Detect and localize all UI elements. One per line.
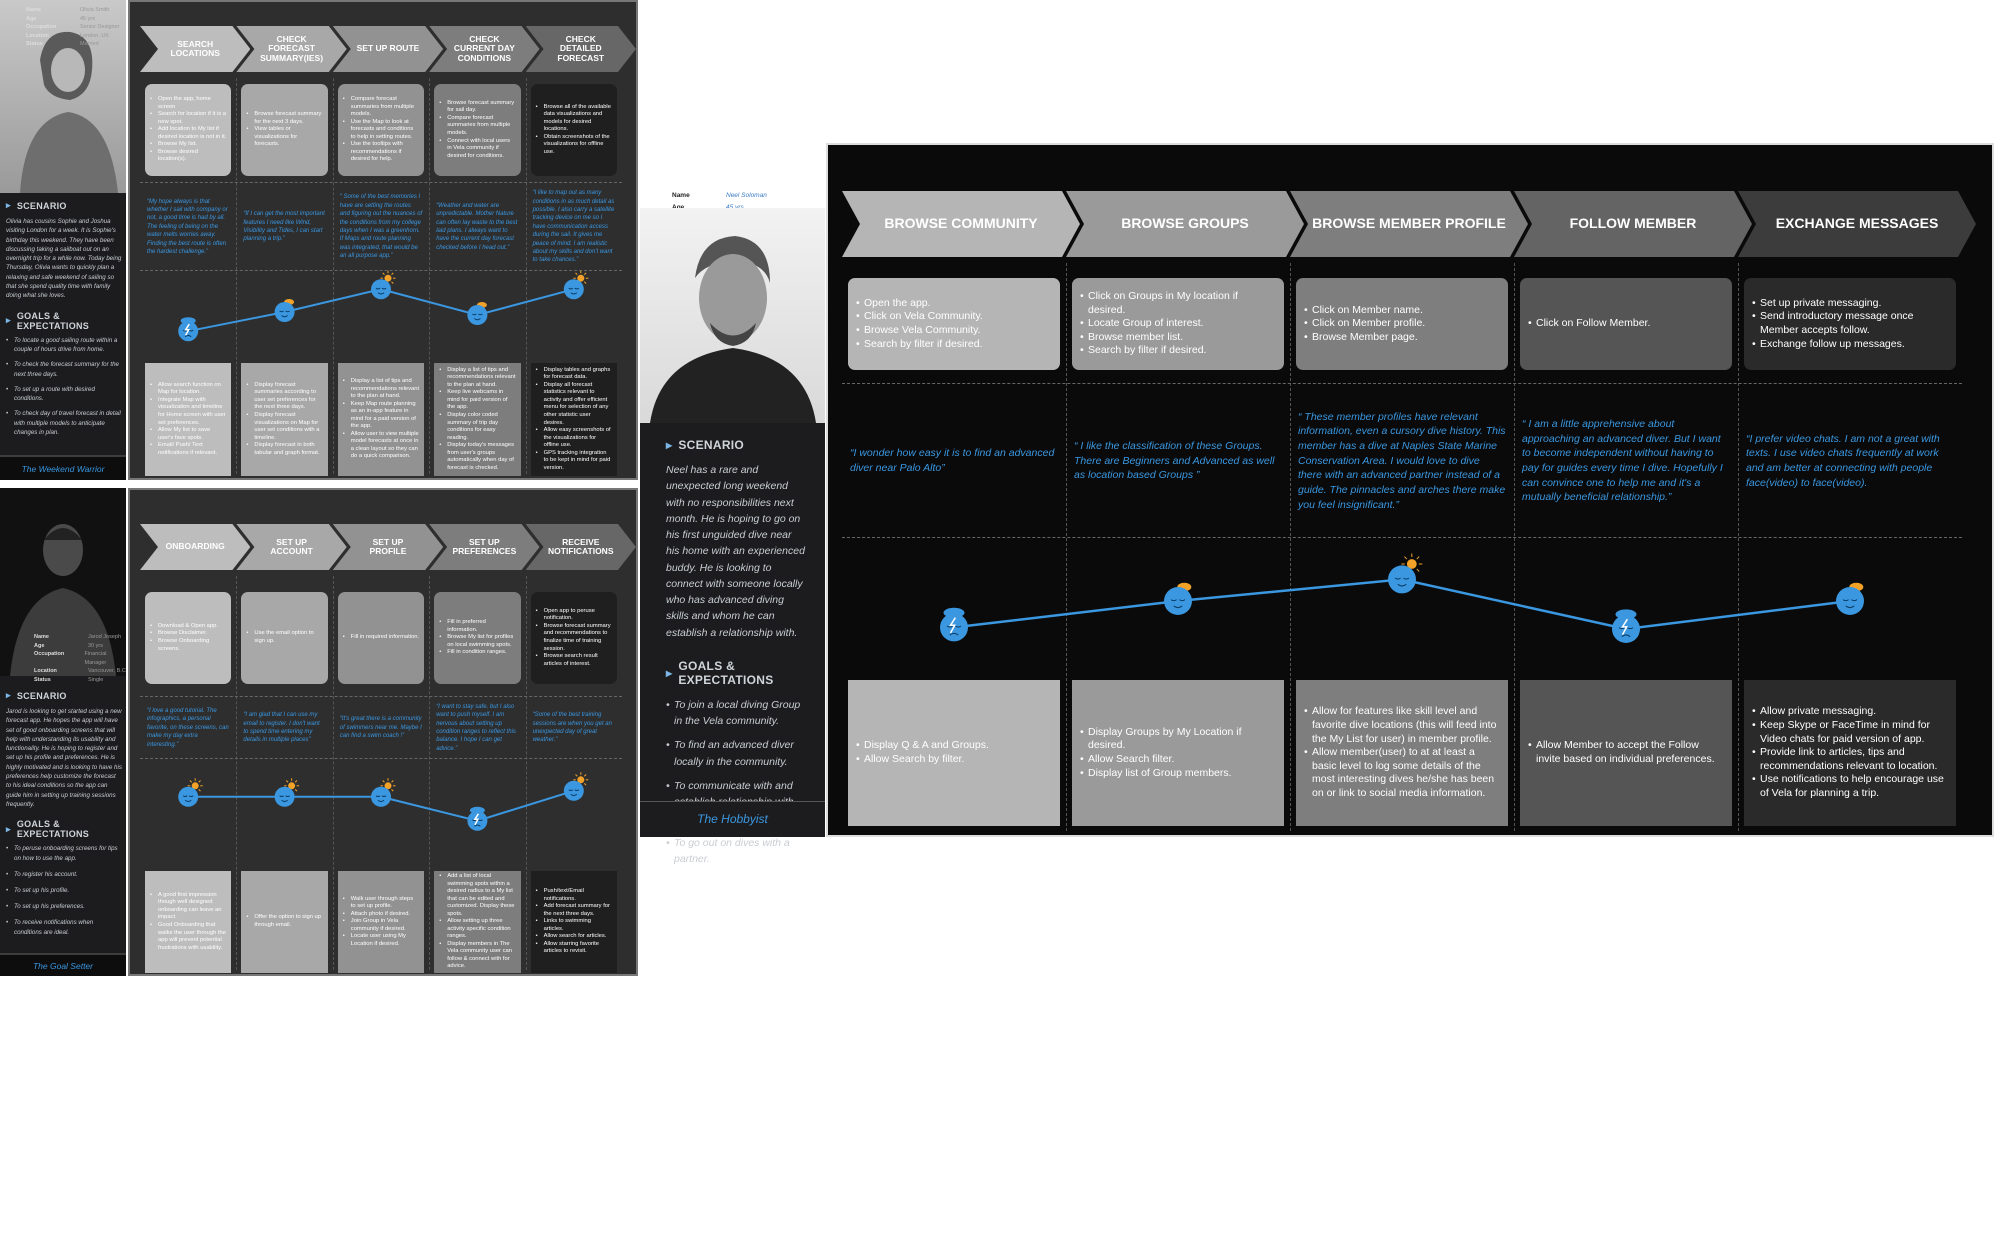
emotion-face	[940, 607, 968, 642]
stage-label: BROWSE GROUPS	[1121, 215, 1249, 232]
meta-value: Olivia Smith	[80, 7, 110, 13]
goals-heading: ▸ GOALS & EXPECTATIONS	[6, 819, 90, 840]
journey-map-olivia: SEARCH LOCATIONS CHECK FORECAST SUMMARY(I…	[128, 0, 638, 480]
persona-panel-neel: NameNeel SolomanAge45 yrsOccupationCo-fo…	[640, 143, 825, 865]
goal-item: To join a local diving Group in the Vela…	[666, 697, 806, 730]
stage-4: FOLLOW MEMBER	[1514, 191, 1752, 257]
goal-item: To go out on dives with a partner.	[666, 835, 806, 868]
meta-key: Status	[26, 41, 43, 48]
meta-row: Age 30 yrs	[34, 642, 126, 651]
meta-row: Location London, UK	[26, 32, 119, 41]
goals-list: To join a local diving Group in the Vela…	[666, 697, 806, 867]
scenario-heading: ▸ SCENARIO	[6, 200, 67, 211]
emotion-face	[178, 778, 203, 807]
scenario-text: Jarod is looking to get started using a …	[6, 708, 122, 808]
stage-1: BROWSE COMMUNITY	[842, 191, 1080, 257]
goal-item: To check the forecast summary for the ne…	[6, 360, 122, 379]
stage-2: BROWSE GROUPS	[1066, 191, 1304, 257]
meta-key: Name	[34, 634, 49, 640]
meta-value: 45 yrs	[80, 15, 95, 22]
meta-key: Location	[26, 32, 49, 39]
meta-row: Status Married	[26, 40, 119, 49]
meta-value: Senior Designer	[80, 24, 120, 31]
meta-row: Age 45 yrs	[26, 15, 119, 24]
meta-value: Financial Manager	[84, 651, 107, 666]
meta-key: Name	[26, 7, 41, 13]
goals-list: To peruse onboarding screens for tips on…	[6, 844, 122, 937]
emotion-curve	[178, 270, 589, 342]
meta-key: Name	[672, 192, 690, 199]
scenario-text: Olivia has cousins Sophie and Joshua vis…	[6, 218, 122, 300]
emotion-face	[467, 806, 488, 831]
meta-value: London, UK	[80, 32, 110, 39]
goal-item: To peruse onboarding screens for tips on…	[6, 844, 122, 864]
goal-item: To receive notifications when conditions…	[6, 918, 122, 938]
persona-meta: Name Olivia Smith Age 45 yrs Occupation Senio…	[26, 6, 119, 49]
meta-key: Status	[34, 676, 51, 683]
goals-heading: ▸ GOALS & EXPECTATIONS	[6, 310, 90, 331]
stage-label: EXCHANGE MESSAGES	[1775, 215, 1939, 232]
meta-row: Occupation Financial Manager	[34, 650, 126, 667]
meta-key: Age	[26, 15, 37, 22]
meta-key: Location	[34, 668, 57, 675]
persona-panel-olivia: Name Olivia Smith Age 45 yrs Occupation Senio…	[0, 0, 126, 480]
emotion-face	[274, 299, 295, 322]
scenario-heading: ▸ SCENARIO	[6, 690, 67, 701]
scenario-heading: ▸ SCENARIO	[666, 438, 745, 452]
emotion-face	[178, 317, 199, 342]
goals-list: To locate a good sailing route within a …	[6, 336, 122, 438]
stage-3: BROWSE MEMBER PROFILE	[1290, 191, 1528, 257]
meta-value: Neel Soloman	[726, 192, 767, 199]
persona-type-label: The Hobbyist	[640, 801, 825, 837]
meta-value: 30 yrs	[88, 642, 103, 649]
meta-key: Occupation	[26, 24, 57, 31]
meta-row: Occupation Senior Designer	[26, 23, 119, 32]
meta-value: Vancouver, B.C	[88, 668, 126, 675]
goal-item: To set up a route with desired condition…	[6, 385, 122, 404]
stage-label: BROWSE COMMUNITY	[884, 215, 1038, 232]
persona-panel-jarod: Name Jarod Joseph Age 30 yrs Occupation Finan…	[0, 488, 126, 976]
stage-5: EXCHANGE MESSAGES	[1738, 191, 1976, 257]
emotion-face	[1388, 553, 1423, 594]
goal-item: To set up his profile.	[6, 886, 122, 896]
goal-item: To set up his preferences.	[6, 902, 122, 912]
emotion-face	[371, 778, 396, 807]
stage-arrows: BROWSE COMMUNITY BROWSE GROUPS BROWSE MEMB…	[842, 191, 1962, 257]
goal-item: To register his account.	[6, 870, 122, 880]
goal-item: To find an advanced diver locally in the…	[666, 737, 806, 770]
stage-label: FOLLOW MEMBER	[1569, 215, 1697, 232]
emotion-face	[371, 270, 396, 300]
emotion-face	[1612, 609, 1640, 643]
persona-photo	[640, 208, 825, 423]
journey-map-neel: BROWSE COMMUNITY BROWSE GROUPS BROWSE MEMB…	[826, 143, 1994, 837]
scenario-text: Neel has a rare and unexpected long week…	[666, 464, 805, 639]
emotion-face	[1164, 582, 1192, 615]
goals-heading: ▸ GOALS & EXPECTATIONS	[666, 658, 774, 687]
persona-type-label: The Weekend Warrior	[0, 455, 126, 480]
emotion-face	[563, 772, 589, 801]
meta-row: Name Jarod Joseph	[34, 633, 126, 642]
stage-arrows: SEARCH LOCATIONS CHECK FORECAST SUMMARY(I…	[140, 26, 622, 72]
emotion-face	[467, 302, 488, 325]
persona-meta: Name Jarod Joseph Age 30 yrs Occupation Finan…	[34, 633, 126, 684]
meta-row: Location Vancouver, B.C	[34, 667, 126, 676]
meta-row: Status Single	[34, 676, 126, 685]
meta-value: Single	[88, 676, 104, 683]
meta-key: Occupation	[34, 651, 65, 658]
journey-map-jarod: ONBOARDING SET UP ACCOUNT SET UP PROFILE SE…	[128, 488, 638, 976]
goal-item: To check day of travel forecast in detai…	[6, 409, 122, 437]
meta-row: Name Neel Soloman	[672, 190, 786, 202]
stage-arrows: ONBOARDING SET UP ACCOUNT SET UP PROFILE SE…	[140, 524, 622, 570]
emotion-face	[1836, 582, 1864, 615]
meta-key: Age	[34, 642, 45, 649]
stage-label: BROWSE MEMBER PROFILE	[1312, 215, 1506, 232]
goal-item: To locate a good sailing route within a …	[6, 336, 122, 355]
meta-value: Married	[80, 41, 99, 48]
meta-row: Name Olivia Smith	[26, 6, 119, 15]
persona-type-label: The Goal Setter	[0, 953, 126, 976]
stage-label: ONBOARDING	[165, 541, 225, 552]
emotion-face	[563, 270, 589, 300]
meta-value: Jarod Joseph	[88, 634, 122, 640]
emotion-face	[274, 778, 300, 807]
